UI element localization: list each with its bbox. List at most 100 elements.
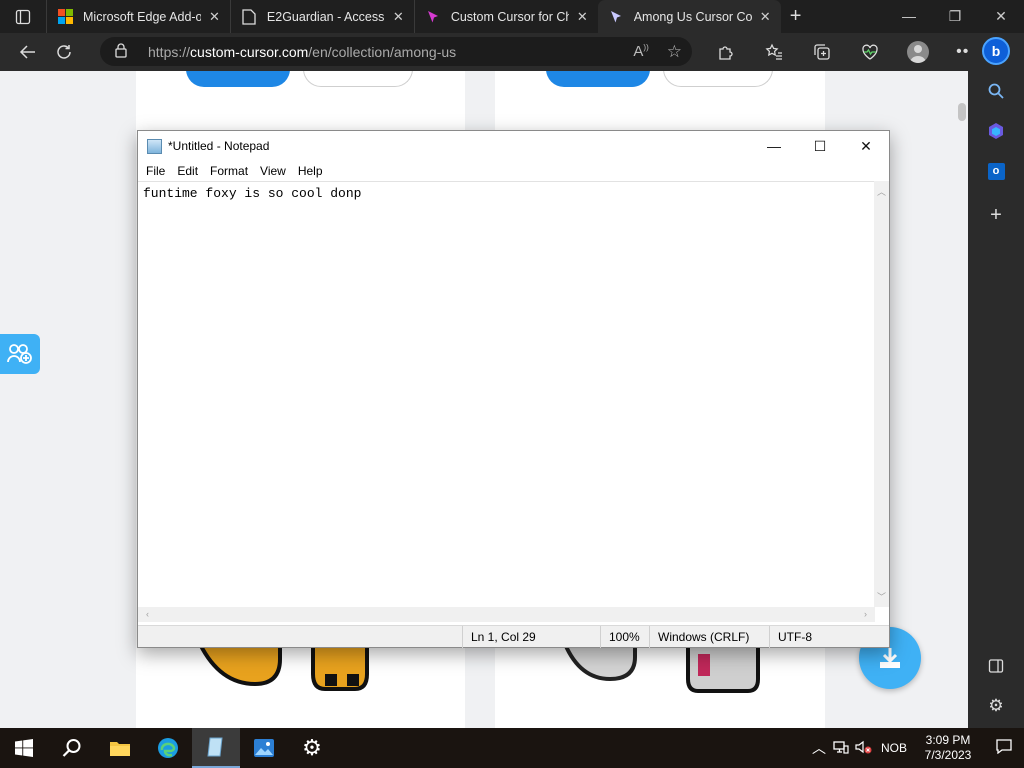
menu-format[interactable]: Format (204, 164, 254, 178)
maximize-icon[interactable]: ☐ (797, 131, 843, 161)
scroll-up-icon[interactable]: ︿ (874, 185, 889, 198)
close-icon[interactable]: ✕ (978, 0, 1024, 33)
taskbar-search-button[interactable] (48, 728, 96, 768)
scroll-left-icon[interactable]: ‹ (140, 607, 155, 622)
start-icon (15, 739, 33, 757)
view-button[interactable] (663, 71, 773, 87)
bing-chat-button[interactable]: b (968, 36, 1024, 66)
add-button[interactable] (546, 71, 650, 87)
chevron-up-icon[interactable]: ︿ (808, 738, 830, 758)
notepad-title: *Untitled - Notepad (168, 139, 270, 153)
close-icon[interactable]: ✕ (843, 131, 889, 161)
sidebar-search-button[interactable] (968, 76, 1024, 106)
among-us-cursor-image[interactable] (195, 639, 395, 699)
sidebar-outlook-button[interactable]: o (968, 156, 1024, 186)
among-us-cursor-image[interactable] (560, 639, 770, 699)
sidebar-toggle-icon (988, 659, 1004, 673)
lock-icon[interactable] (114, 42, 136, 61)
menu-file[interactable]: File (140, 164, 171, 178)
favorites-button[interactable] (750, 34, 798, 70)
menu-edit[interactable]: Edit (171, 164, 204, 178)
cursor-icon (425, 9, 441, 25)
photos-button[interactable] (240, 728, 288, 768)
vertical-scrollbar[interactable]: ︿ ﹀ (874, 181, 889, 607)
notepad-taskbar-button[interactable] (192, 728, 240, 768)
hide-sidebar-button[interactable] (968, 651, 1024, 681)
menu-help[interactable]: Help (292, 164, 329, 178)
plus-icon: + (990, 203, 1002, 226)
tab-title: Custom Cursor for Chro (450, 9, 569, 24)
download-icon (880, 648, 900, 668)
notepad-icon (147, 138, 162, 154)
outlook-icon: o (987, 162, 1005, 180)
clock[interactable]: 3:09 PM 7/3/2023 (912, 733, 984, 763)
read-aloud-icon[interactable]: A)) (633, 43, 648, 60)
restore-icon[interactable]: ❐ (932, 0, 978, 33)
tab-close-icon[interactable]: ✕ (760, 9, 771, 25)
sidebar-add-button[interactable]: + (968, 200, 1024, 230)
add-button[interactable] (186, 71, 290, 87)
tab-among-us[interactable]: Among Us Cursor Colle ✕ (597, 0, 781, 33)
new-tab-button[interactable]: + (781, 0, 811, 33)
network-icon[interactable] (830, 740, 852, 757)
notepad-window: *Untitled - Notepad — ☐ ✕ File Edit Form… (137, 130, 890, 648)
settings-button[interactable]: ⚙ (288, 728, 336, 768)
scroll-right-icon[interactable]: › (858, 607, 873, 622)
notepad-menu-bar: File Edit Format View Help (138, 161, 889, 181)
profile-button[interactable] (894, 34, 942, 70)
search-icon (988, 83, 1004, 99)
url-scheme: https:// (148, 43, 191, 60)
tab-actions-button[interactable] (0, 0, 46, 33)
puzzle-icon (719, 46, 733, 60)
browser-essentials-button[interactable] (846, 34, 894, 70)
extensions-button[interactable] (702, 34, 750, 70)
input-language[interactable]: NOB (876, 741, 912, 755)
cursor-icon (608, 9, 624, 25)
page-scrollbar[interactable] (958, 103, 966, 121)
collections-button[interactable] (798, 34, 846, 70)
favorites-icon (765, 43, 782, 60)
copilot-icon (989, 123, 1003, 139)
heart-pulse-icon (862, 44, 878, 60)
notepad-titlebar[interactable]: *Untitled - Notepad — ☐ ✕ (138, 131, 889, 161)
refresh-icon (57, 45, 71, 59)
tab-custom-cursor[interactable]: Custom Cursor for Chro ✕ (413, 0, 598, 33)
clock-date: 7/3/2023 (924, 748, 972, 762)
sidebar-copilot-button[interactable] (968, 116, 1024, 146)
notifications-button[interactable] (984, 739, 1024, 757)
tab-edge-addons[interactable]: Microsoft Edge Add-on ✕ (46, 0, 230, 33)
sidebar-settings-button[interactable]: ⚙ (968, 691, 1024, 721)
edge-sidebar: b o + ⚙ (968, 33, 1024, 728)
notepad-text-area[interactable]: funtime foxy is so cool donp (138, 181, 875, 607)
clock-time: 3:09 PM (925, 733, 971, 747)
gear-icon: ⚙ (988, 696, 1004, 715)
collections-icon (814, 44, 830, 60)
menu-view[interactable]: View (254, 164, 292, 178)
address-bar[interactable]: https://custom-cursor.com/en/collection/… (100, 37, 692, 66)
view-button[interactable] (303, 71, 413, 87)
refresh-button[interactable] (46, 34, 82, 70)
minimize-icon[interactable]: — (886, 0, 932, 33)
microsoft-logo-icon (57, 9, 73, 25)
tab-close-icon[interactable]: ✕ (577, 9, 588, 25)
notification-icon (996, 739, 1012, 755)
tab-title: Among Us Cursor Colle (633, 9, 752, 24)
volume-muted-icon[interactable] (852, 740, 876, 757)
community-widget-button[interactable] (0, 334, 40, 374)
tab-e2guardian[interactable]: E2Guardian - Access De ✕ (229, 0, 414, 33)
tab-close-icon[interactable]: ✕ (393, 9, 404, 25)
edge-button[interactable] (144, 728, 192, 768)
photos-icon (254, 739, 274, 757)
scroll-down-icon[interactable]: ﹀ (874, 590, 889, 603)
horizontal-scrollbar[interactable]: ‹ › (138, 607, 875, 622)
taskbar: ⚙ ︿ NOB 3:09 PM 7/3/2023 (0, 728, 1024, 768)
line-ending: Windows (CRLF) (649, 626, 769, 648)
browser-toolbar: https://custom-cursor.com/en/collection/… (0, 33, 1024, 71)
back-button[interactable] (10, 34, 46, 70)
favorite-star-icon[interactable]: ☆ (667, 42, 682, 62)
tab-close-icon[interactable]: ✕ (209, 9, 220, 25)
file-explorer-button[interactable] (96, 728, 144, 768)
minimize-icon[interactable]: — (751, 131, 797, 161)
page-icon (241, 8, 257, 25)
start-button[interactable] (0, 728, 48, 768)
